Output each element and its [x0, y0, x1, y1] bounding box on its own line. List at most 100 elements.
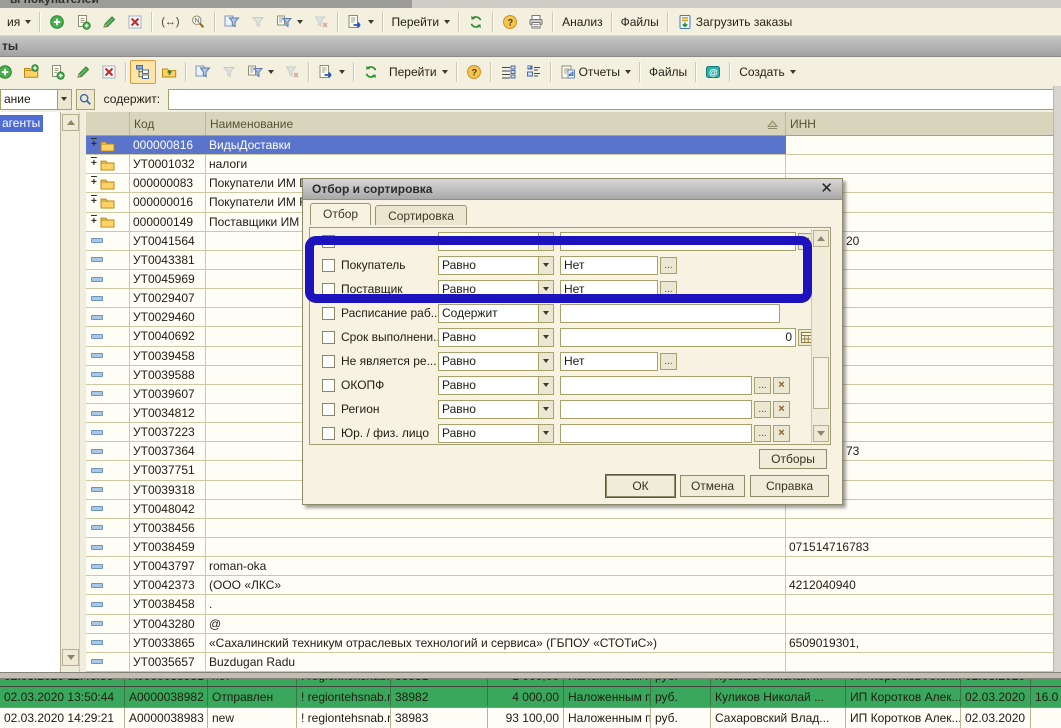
table-row[interactable]: + 000000816 ВидыДоставки	[86, 136, 1053, 155]
expand-icon[interactable]: +	[91, 217, 97, 227]
export-menu-button[interactable]	[342, 10, 379, 34]
filter-menu-button[interactable]	[242, 60, 279, 84]
dropdown-button[interactable]	[538, 377, 553, 394]
value-field[interactable]: Нет	[560, 280, 658, 299]
search-field-select[interactable]	[0, 89, 57, 110]
search-field-dropdown-button[interactable]	[57, 89, 72, 110]
filter-row[interactable]: Покупатель Равно Нет ... ×	[311, 253, 811, 277]
order-row[interactable]: 02.03.2020 13:50:44 А0000038982 Отправле…	[0, 686, 1061, 707]
expand-icon[interactable]: +	[91, 178, 97, 188]
filter-checkbox[interactable]	[322, 283, 335, 296]
table-row[interactable]: + УТ0035657 Buzdugan Radu	[86, 653, 1053, 672]
edit-button[interactable]	[96, 10, 122, 34]
condition-select[interactable]: Содержит	[438, 304, 554, 323]
expand-icon[interactable]: +	[91, 159, 97, 169]
order-row[interactable]: 02.03.2020 11:46:36 А0000038981 нет ! re…	[0, 679, 1061, 686]
filter-clear-button[interactable]	[308, 10, 334, 34]
print-button[interactable]	[523, 10, 549, 34]
ok-button[interactable]: ОК	[606, 475, 675, 497]
condition-select[interactable]: Равно	[438, 400, 554, 419]
ellipsis-button[interactable]: ...	[660, 353, 677, 370]
scroll-down-button[interactable]	[62, 649, 79, 666]
export-menu-button[interactable]	[313, 60, 350, 84]
filter-row[interactable]: ОКОПФ Равно ... ×	[311, 373, 811, 397]
calculator-button[interactable]	[798, 329, 811, 346]
horizontal-splitter[interactable]	[0, 672, 1061, 679]
filter-checkbox[interactable]	[322, 379, 335, 392]
refresh-button[interactable]	[463, 10, 489, 34]
filter-row[interactable]: Не является ре... Равно Нет ... ×	[311, 349, 811, 373]
header-code[interactable]: Код	[130, 112, 206, 135]
value-field[interactable]	[560, 304, 780, 323]
close-icon[interactable]: ✕	[820, 182, 833, 196]
scrollbar-thumb[interactable]	[813, 357, 829, 409]
filter-row[interactable]: Поставщик Равно Нет ... ×	[311, 277, 811, 301]
filters-scrollbar[interactable]	[811, 229, 829, 443]
value-field[interactable]	[560, 424, 752, 443]
clear-button[interactable]: ×	[798, 233, 811, 250]
condition-select[interactable]: Равно	[438, 376, 554, 395]
groups-tree-panel[interactable]: агенты	[0, 112, 61, 672]
filter-clear-button[interactable]	[279, 60, 305, 84]
dropdown-button[interactable]	[538, 425, 553, 442]
order-row[interactable]: 02.03.2020 14:29:21 А0000038983 new ! re…	[0, 707, 1061, 728]
actions-menu-button[interactable]: ия	[2, 10, 36, 34]
dropdown-button[interactable]	[538, 353, 553, 370]
contains-input[interactable]	[168, 89, 1061, 110]
search-button[interactable]	[76, 89, 95, 110]
hierarchy-toggle-button[interactable]	[130, 60, 156, 84]
ellipsis-button[interactable]: ...	[754, 425, 771, 442]
dropdown-button[interactable]	[538, 401, 553, 418]
new-group-button[interactable]	[18, 60, 44, 84]
filter-checkbox[interactable]	[322, 355, 335, 368]
filter-checkbox[interactable]	[322, 331, 335, 344]
refresh-button[interactable]	[358, 60, 384, 84]
condition-select[interactable]: Равно	[438, 328, 554, 347]
delete-button[interactable]	[96, 60, 122, 84]
scroll-down-button[interactable]	[813, 425, 829, 442]
edit-button[interactable]	[70, 60, 96, 84]
help-button[interactable]: ?	[497, 10, 523, 34]
filter-menu-button[interactable]	[271, 10, 308, 34]
dropdown-button[interactable]	[538, 329, 553, 346]
clear-button[interactable]: ×	[773, 425, 790, 442]
filter-row[interactable]: Юр. / физ. лицо Равно ... ×	[311, 421, 811, 443]
table-row[interactable]: + УТ0038459 071514716783	[86, 538, 1053, 557]
saved-filters-button[interactable]: Отборы	[759, 449, 827, 469]
condition-select[interactable]: Равно	[438, 280, 554, 299]
cancel-button[interactable]: Отмена	[680, 475, 745, 497]
list-display-button[interactable]	[495, 60, 521, 84]
table-row[interactable]: + УТ0043797 roman-oka	[86, 557, 1053, 576]
condition-select[interactable]: Равно	[438, 352, 554, 371]
reports-menu-button[interactable]: Отчеты	[555, 60, 636, 84]
value-field[interactable]	[560, 376, 752, 395]
table-row[interactable]: + УТ0042373 (ООО «ЛКС» 4212040940	[86, 576, 1053, 595]
go-menu-button[interactable]: Перейти	[387, 10, 456, 34]
dropdown-button[interactable]	[538, 233, 553, 250]
expand-icon[interactable]: +	[91, 197, 97, 207]
ellipsis-button[interactable]: ...	[754, 401, 771, 418]
filter-row[interactable]: Регион Равно ... ×	[311, 397, 811, 421]
condition-select[interactable]: Равно	[438, 424, 554, 443]
filter-row[interactable]: Срок выполнени... Равно 0 ... ×	[311, 325, 811, 349]
delete-button[interactable]	[122, 10, 148, 34]
filter-checkbox[interactable]	[322, 403, 335, 416]
ellipsis-button[interactable]: ...	[660, 281, 677, 298]
find-button[interactable]: N	[185, 10, 211, 34]
tree-item-counterparties[interactable]: агенты	[0, 115, 43, 132]
add-button[interactable]	[0, 60, 18, 84]
analysis-button[interactable]: Анализ	[557, 10, 608, 34]
filter-row[interactable]: Основной мене... Равно ... ×	[311, 229, 811, 253]
dropdown-button[interactable]	[538, 257, 553, 274]
dropdown-button[interactable]	[538, 305, 553, 322]
dropdown-button[interactable]	[538, 281, 553, 298]
table-row[interactable]: + УТ0043280 @	[86, 615, 1053, 634]
value-field[interactable]: Нет	[560, 256, 658, 275]
ellipsis-button[interactable]: ...	[660, 257, 677, 274]
condition-select[interactable]: Равно	[438, 256, 554, 275]
email-button[interactable]: @	[700, 60, 726, 84]
go-menu-button[interactable]: Перейти	[384, 60, 453, 84]
add-button[interactable]	[44, 10, 70, 34]
value-field[interactable]: 0	[560, 328, 796, 347]
files-button[interactable]: Файлы	[616, 10, 664, 34]
